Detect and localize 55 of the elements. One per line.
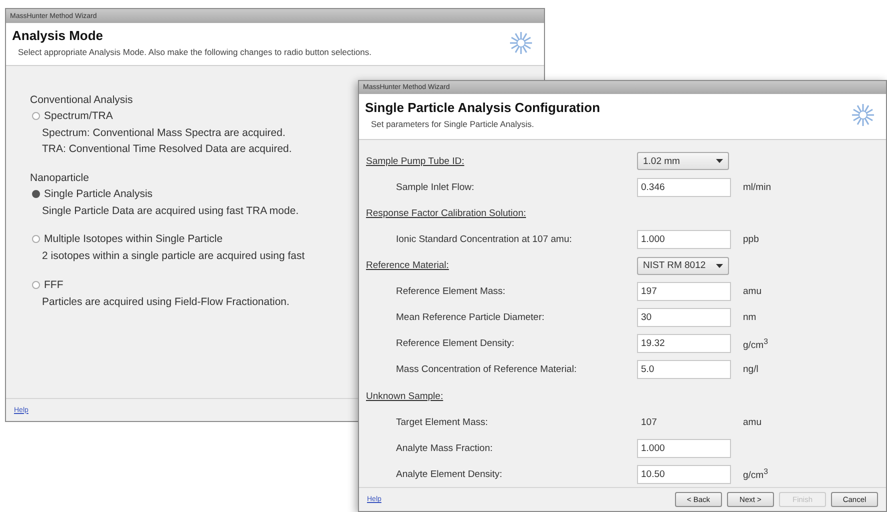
page-description: Set parameters for Single Particle Analysis.: [371, 119, 535, 130]
option-description: Single Particle Data are acquired using fast TRA mode.: [42, 204, 299, 218]
section-label: Response Factor Calibration Solution:: [366, 208, 528, 219]
option-description: Particles are acquired using Field-Flow Fractionation.: [42, 295, 290, 310]
field-label: Mass Concentration of Reference Material:: [395, 364, 578, 376]
option-label: FFF: [44, 279, 64, 291]
field-value: 107: [640, 416, 658, 428]
input-field[interactable]: 197: [637, 282, 731, 302]
field-label: Sample Inlet Flow:: [395, 182, 476, 193]
group-label: Conventional Analysis: [30, 94, 134, 106]
option-description: TRA: Conventional Time Resolved Data are acquired.: [42, 142, 292, 157]
field-label: Mean Reference Particle Diameter:: [395, 312, 546, 324]
group-label: Nanoparticle: [30, 172, 90, 184]
section-label: Unknown Sample:: [366, 390, 444, 402]
option-description: Spectrum: Conventional Mass Spectra are acquired.: [42, 126, 286, 141]
caret-icon: [716, 159, 723, 164]
dropdown[interactable]: NIST RM 8012: [637, 256, 729, 275]
dropdown[interactable]: 1.02 mm: [637, 152, 729, 170]
section-label: Reference Material:: [366, 260, 450, 272]
spark-logo-icon: [850, 102, 876, 128]
section-label: Sample Pump Tube ID:: [366, 156, 466, 167]
input-field[interactable]: 10.50: [637, 464, 731, 484]
field-label: Analyte Mass Fraction:: [395, 442, 494, 454]
option-label: Spectrum/TRA: [44, 110, 113, 122]
field-label: Ionic Standard Concentration at 107 amu:: [395, 234, 573, 246]
field-label: Analyte Element Density:: [395, 468, 504, 480]
input-field[interactable]: 19.32: [637, 334, 731, 354]
input-field[interactable]: 1.000: [637, 230, 731, 250]
input-field[interactable]: 0.346: [637, 178, 731, 197]
unit-label: ml/min: [743, 182, 771, 193]
input-field[interactable]: 5.0: [637, 360, 731, 380]
page-description: Select appropriate Analysis Mode. Also make the following changes to radio button selections.: [18, 47, 372, 57]
unit-label: g/cm$^{3}$: [743, 467, 768, 482]
field-label: Target Element Mass:: [395, 416, 489, 428]
input-field[interactable]: 30: [637, 308, 731, 328]
radio-button[interactable]: [32, 112, 40, 120]
option-label: Single Particle Analysis: [44, 188, 153, 200]
unit-label: nm: [743, 312, 756, 324]
unit-label: ppb: [743, 234, 759, 246]
radio-button[interactable]: [32, 235, 40, 244]
page-heading: Analysis Mode: [12, 28, 104, 43]
unit-label: amu: [743, 416, 762, 428]
field-label: Reference Element Mass:: [395, 286, 506, 298]
field-label: Reference Element Density:: [395, 338, 516, 350]
input-field[interactable]: 1.000: [637, 438, 731, 458]
radio-button[interactable]: [32, 190, 40, 198]
radio-button[interactable]: [32, 281, 40, 289]
spark-logo-icon: [508, 30, 534, 56]
unit-label: g/cm$^{3}$: [743, 336, 768, 351]
caret-icon: [716, 264, 723, 268]
option-label: Multiple Isotopes within Single Particle: [44, 233, 223, 246]
option-description: 2 isotopes within a single particle are acquired using fast: [42, 249, 305, 264]
page-heading: Single Particle Analysis Configuration: [365, 100, 600, 116]
unit-label: ng/l: [743, 364, 758, 376]
unit-label: amu: [743, 286, 762, 298]
